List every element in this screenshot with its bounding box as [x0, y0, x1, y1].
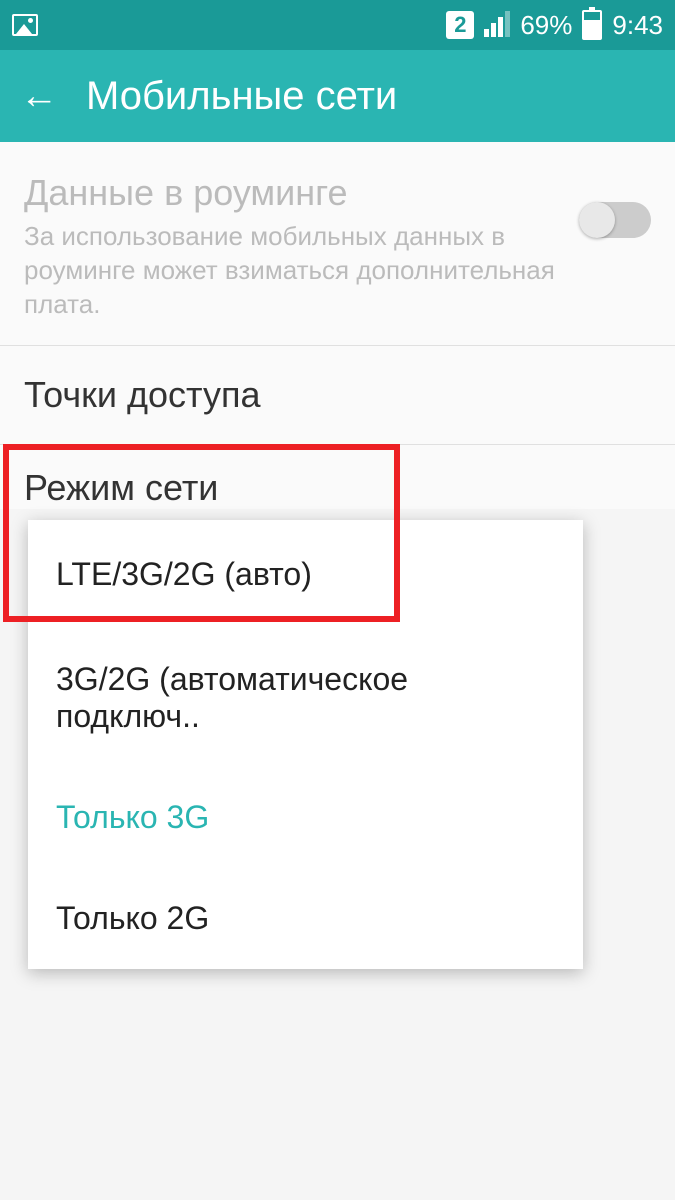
battery-percent: 69% — [520, 10, 572, 41]
page-title: Мобильные сети — [86, 74, 397, 119]
clock: 9:43 — [612, 10, 663, 41]
roaming-description: За использование мобильных данных в роум… — [24, 220, 579, 321]
signal-icon — [484, 13, 510, 37]
popup-option-3g-only[interactable]: Только 3G — [28, 767, 583, 868]
roaming-title: Данные в роуминге — [24, 172, 579, 214]
status-left — [12, 14, 38, 36]
battery-icon — [582, 10, 602, 40]
roaming-setting[interactable]: Данные в роуминге За использование мобил… — [0, 172, 675, 346]
status-bar: 2 69% 9:43 — [0, 0, 675, 50]
content-area: Данные в роуминге За использование мобил… — [0, 142, 675, 509]
sim-badge: 2 — [446, 11, 474, 39]
access-points-setting[interactable]: Точки доступа — [0, 346, 675, 445]
status-right: 2 69% 9:43 — [446, 10, 663, 41]
popup-option-lte-3g-2g[interactable]: LTE/3G/2G (авто) — [28, 520, 583, 629]
roaming-text: Данные в роуминге За использование мобил… — [24, 172, 579, 321]
roaming-toggle[interactable] — [579, 202, 651, 238]
network-mode-title: Режим сети — [0, 445, 675, 509]
app-bar: ← Мобильные сети — [0, 50, 675, 142]
popup-option-2g-only[interactable]: Только 2G — [28, 868, 583, 969]
network-mode-popup: LTE/3G/2G (авто) 3G/2G (автоматическое п… — [28, 520, 583, 969]
popup-option-3g-2g[interactable]: 3G/2G (автоматическое подключ.. — [28, 629, 583, 767]
back-arrow-icon[interactable]: ← — [20, 75, 58, 118]
screenshot-icon — [12, 14, 38, 36]
